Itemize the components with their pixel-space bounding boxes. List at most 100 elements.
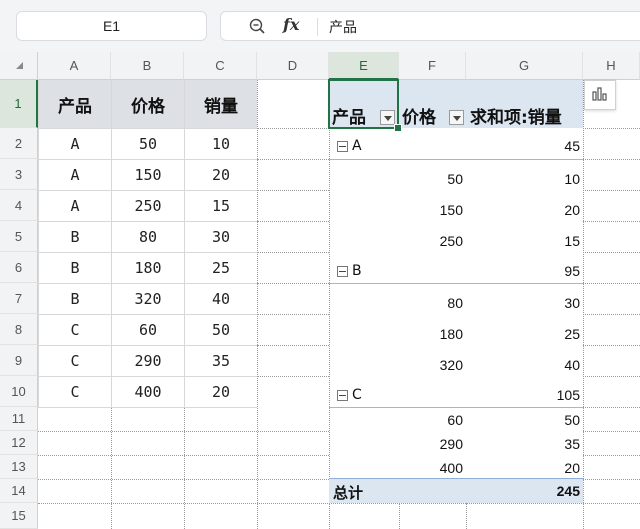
row-header-10[interactable]: 10 <box>0 376 38 407</box>
pivot-group-c[interactable]: C <box>337 387 362 403</box>
table-cell[interactable]: 290 <box>112 345 184 376</box>
table-cell[interactable]: B <box>39 221 111 252</box>
table-cell[interactable]: 40 <box>185 283 257 314</box>
pivot-group-label: A <box>352 138 362 154</box>
price-filter-dropdown-icon[interactable] <box>449 110 464 125</box>
pivot-item-sales[interactable]: 15 <box>466 233 580 249</box>
pivot-header-sum[interactable]: 求和项:销量 <box>470 103 562 128</box>
table-cell[interactable]: 400 <box>112 376 184 407</box>
row-header-12[interactable]: 12 <box>0 431 38 455</box>
table-cell[interactable]: 10 <box>185 128 257 159</box>
table-cell[interactable]: 50 <box>185 314 257 345</box>
table-cell[interactable]: A <box>39 190 111 221</box>
column-header-g[interactable]: G <box>466 52 583 80</box>
row-header-2[interactable]: 2 <box>0 128 38 159</box>
pivot-item-sales[interactable]: 10 <box>466 171 580 187</box>
name-box[interactable]: E1 <box>16 11 207 41</box>
pivot-group-total[interactable]: 95 <box>466 263 580 279</box>
fill-handle[interactable] <box>394 124 402 132</box>
pivot-group-label: B <box>352 263 362 279</box>
table-cell[interactable]: 20 <box>185 376 257 407</box>
table-cell[interactable]: 320 <box>112 283 184 314</box>
row-header-4[interactable]: 4 <box>0 190 38 221</box>
row-header-9[interactable]: 9 <box>0 345 38 376</box>
table-cell[interactable]: 60 <box>112 314 184 345</box>
column-header-h[interactable]: H <box>583 52 640 80</box>
row-header-15[interactable]: 15 <box>0 503 38 529</box>
row-header-6[interactable]: 6 <box>0 252 38 283</box>
pivot-item-price[interactable]: 150 <box>399 202 463 218</box>
collapse-icon[interactable] <box>337 389 348 401</box>
row-header-11[interactable]: 11 <box>0 407 38 431</box>
table-cell[interactable]: 250 <box>112 190 184 221</box>
pivot-item-sales[interactable]: 50 <box>466 412 580 428</box>
pivot-item-price[interactable]: 290 <box>399 436 463 452</box>
table-cell[interactable]: C <box>39 345 111 376</box>
row-header-13[interactable]: 13 <box>0 455 38 479</box>
pivot-item-price[interactable]: 180 <box>399 326 463 342</box>
pivot-item-price[interactable]: 80 <box>399 295 463 311</box>
table-cell[interactable]: A <box>39 128 111 159</box>
column-header-a[interactable]: A <box>38 52 111 80</box>
table-cell[interactable]: 35 <box>185 345 257 376</box>
pivot-item-price[interactable]: 400 <box>399 460 463 476</box>
column-header-b[interactable]: B <box>111 52 184 80</box>
table-cell[interactable]: C <box>39 376 111 407</box>
table-cell[interactable]: 50 <box>112 128 184 159</box>
formula-bar: E1 fx 产品 <box>0 0 640 52</box>
table-cell[interactable]: A <box>39 159 111 190</box>
quick-chart-button[interactable] <box>584 80 616 110</box>
formula-input-area[interactable]: fx 产品 <box>220 11 640 41</box>
pivot-group-total[interactable]: 105 <box>466 387 580 403</box>
pivot-group-a[interactable]: A <box>337 138 362 154</box>
grand-total-value[interactable]: 245 <box>557 483 580 499</box>
pivot-item-sales[interactable]: 30 <box>466 295 580 311</box>
pivot-item-price[interactable]: 60 <box>399 412 463 428</box>
pivot-item-sales[interactable]: 35 <box>466 436 580 452</box>
pivot-header-price[interactable]: 价格 <box>402 103 436 128</box>
column-header-f[interactable]: F <box>399 52 466 80</box>
zoom-icon[interactable] <box>249 18 265 34</box>
table-header-sales[interactable]: 销量 <box>185 80 257 128</box>
fx-icon[interactable]: fx <box>283 15 299 34</box>
table-cell[interactable]: B <box>39 252 111 283</box>
pivot-item-sales[interactable]: 20 <box>466 460 580 476</box>
collapse-icon[interactable] <box>337 140 348 152</box>
table-cell[interactable]: 15 <box>185 190 257 221</box>
table-cell[interactable]: 150 <box>112 159 184 190</box>
pivot-group-total[interactable]: 45 <box>466 138 580 154</box>
row-header-14[interactable]: 14 <box>0 479 38 503</box>
row-header-1[interactable]: 1 <box>0 80 38 128</box>
select-all-corner[interactable] <box>0 52 38 80</box>
table-cell[interactable]: B <box>39 283 111 314</box>
pivot-item-sales[interactable]: 40 <box>466 357 580 373</box>
pivot-grand-total-row: 总计 245 <box>329 478 583 503</box>
row-header-7[interactable]: 7 <box>0 283 38 314</box>
name-box-value: E1 <box>102 18 121 34</box>
table-cell[interactable]: 20 <box>185 159 257 190</box>
formula-value[interactable]: 产品 <box>329 17 357 37</box>
row-header-3[interactable]: 3 <box>0 159 38 190</box>
row-header-5[interactable]: 5 <box>0 221 38 252</box>
table-header-price[interactable]: 价格 <box>112 80 184 128</box>
column-header-c[interactable]: C <box>184 52 257 80</box>
pivot-group-divider <box>329 159 583 160</box>
column-header-d[interactable]: D <box>257 52 329 80</box>
pivot-item-price[interactable]: 320 <box>399 357 463 373</box>
row-header-8[interactable]: 8 <box>0 314 38 345</box>
table-cell[interactable]: 180 <box>112 252 184 283</box>
pivot-item-price[interactable]: 50 <box>399 171 463 187</box>
table-cell[interactable]: 30 <box>185 221 257 252</box>
table-cell[interactable]: 80 <box>112 221 184 252</box>
select-all-icon <box>16 62 23 69</box>
grand-total-label[interactable]: 总计 <box>333 482 363 503</box>
column-header-e[interactable]: E <box>329 52 399 80</box>
pivot-group-b[interactable]: B <box>337 263 362 279</box>
pivot-item-sales[interactable]: 25 <box>466 326 580 342</box>
pivot-item-sales[interactable]: 20 <box>466 202 580 218</box>
table-cell[interactable]: 25 <box>185 252 257 283</box>
pivot-item-price[interactable]: 250 <box>399 233 463 249</box>
table-header-product[interactable]: 产品 <box>39 80 111 128</box>
table-cell[interactable]: C <box>39 314 111 345</box>
collapse-icon[interactable] <box>337 265 348 277</box>
